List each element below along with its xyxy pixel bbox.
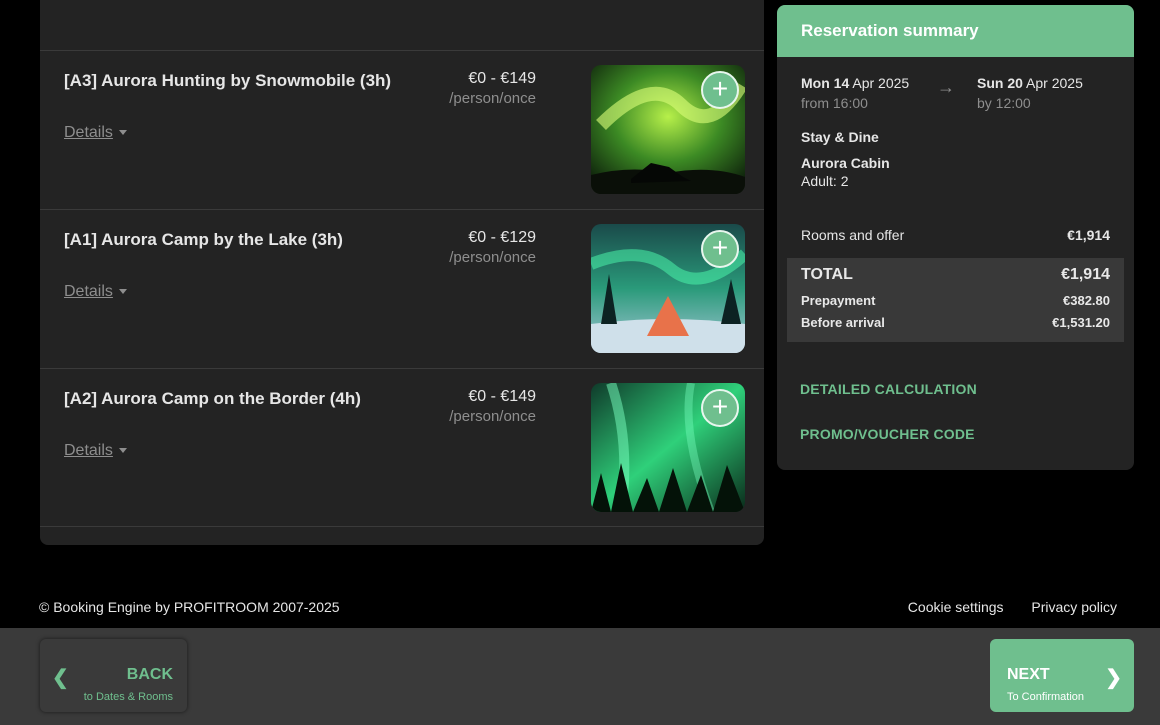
caret-down-icon [118, 448, 127, 454]
total-value: €1,914 [1061, 266, 1110, 283]
add-offer-button[interactable]: + [701, 389, 739, 427]
prepayment-row: Prepayment €382.80 [801, 293, 1110, 308]
offer-price: €0 - €149 /person/once [449, 388, 536, 425]
price-range: €0 - €149 [468, 70, 536, 87]
list-divider [40, 526, 764, 527]
cookie-settings-link[interactable]: Cookie settings [908, 599, 1004, 615]
offer-title: [A1] Aurora Camp by the Lake (3h) [64, 230, 343, 249]
chevron-left-icon: ❮ [52, 667, 69, 689]
reservation-summary: Reservation summary Mon 14 Apr 2025 from… [777, 5, 1134, 470]
details-toggle[interactable]: Details [64, 283, 127, 301]
price-range: €0 - €149 [468, 388, 536, 405]
chevron-right-icon: ❯ [1105, 667, 1122, 689]
details-toggle[interactable]: Details [64, 124, 127, 142]
offer-item: [A2] Aurora Camp on the Border (4h) €0 -… [40, 368, 764, 527]
footer-links: Cookie settings Privacy policy [884, 599, 1117, 615]
offer-title: [A3] Aurora Hunting by Snowmobile (3h) [64, 71, 392, 90]
back-sublabel: to Dates & Rooms [83, 691, 173, 703]
guests-count: Adult: 2 [801, 173, 849, 189]
checkout-date: Sun 20 Apr 2025 by 12:00 [977, 75, 1083, 111]
checkin-date: Mon 14 Apr 2025 from 16:00 [801, 75, 909, 111]
next-label-group: NEXT To Confirmation [1007, 667, 1084, 705]
detailed-calculation-link[interactable]: DETAILED CALCULATION [800, 381, 977, 397]
offer-item: [A3] Aurora Hunting by Snowmobile (3h) €… [40, 50, 764, 209]
arrow-right-icon: → [937, 77, 955, 97]
prepayment-label: Prepayment [801, 293, 876, 308]
plus-icon: + [711, 232, 729, 263]
total-row: TOTAL €1,914 [801, 266, 1110, 284]
back-button[interactable]: ❮ BACK to Dates & Rooms [40, 639, 187, 712]
caret-down-icon [118, 289, 127, 295]
back-label-group: BACK to Dates & Rooms [84, 667, 173, 705]
price-unit: /person/once [449, 90, 536, 107]
checkout-time: by 12:00 [977, 95, 1031, 111]
add-offer-button[interactable]: + [701, 71, 739, 109]
price-unit: /person/once [449, 408, 536, 425]
before-arrival-value: €1,531.20 [1052, 315, 1110, 330]
aurora-forest-photo: + [591, 383, 745, 512]
next-label: NEXT [1007, 666, 1050, 683]
checkin-day: Mon 14 [801, 75, 850, 91]
add-offer-button[interactable]: + [701, 230, 739, 268]
before-arrival-row: Before arrival €1,531.20 [801, 315, 1110, 330]
room-name: Aurora Cabin [801, 155, 890, 171]
checkout-month: Apr 2025 [1026, 75, 1083, 91]
privacy-policy-link[interactable]: Privacy policy [1031, 599, 1117, 615]
rooms-label: Rooms and offer [801, 227, 905, 243]
plus-icon: + [711, 73, 729, 104]
aurora-snowmobile-photo: + [591, 65, 745, 194]
copyright-text: © Booking Engine by PROFITROOM 2007-2025 [39, 599, 340, 615]
rooms-value: €1,914 [1067, 227, 1110, 243]
details-label: Details [64, 124, 113, 141]
details-label: Details [64, 283, 113, 300]
checkin-time: from 16:00 [801, 95, 868, 111]
checkin-month: Apr 2025 [852, 75, 910, 91]
total-label: TOTAL [801, 266, 853, 283]
promo-code-link[interactable]: PROMO/VOUCHER CODE [800, 426, 975, 442]
offer-item: [A1] Aurora Camp by the Lake (3h) €0 - €… [40, 209, 764, 368]
next-sublabel: To Confirmation [1007, 691, 1085, 703]
summary-title: Reservation summary [777, 5, 1134, 57]
next-button[interactable]: NEXT To Confirmation ❯ [990, 639, 1134, 712]
stay-dates: Mon 14 Apr 2025 from 16:00 → Sun 20 Apr … [777, 57, 1134, 117]
back-label: BACK [126, 666, 173, 683]
bottom-nav-bar: ❮ BACK to Dates & Rooms NEXT To Confirma… [0, 628, 1160, 725]
details-label: Details [64, 442, 113, 459]
offers-list: [A3] Aurora Hunting by Snowmobile (3h) €… [40, 0, 764, 545]
checkout-day: Sun 20 [977, 75, 1023, 91]
aurora-tipi-camp-photo: + [591, 224, 745, 353]
offer-title: [A2] Aurora Camp on the Border (4h) [64, 389, 361, 408]
offer-name: Stay & Dine [801, 129, 879, 145]
price-range: €0 - €129 [468, 229, 536, 246]
total-box: TOTAL €1,914 Prepayment €382.80 Before a… [787, 258, 1124, 342]
rooms-and-offer-row: Rooms and offer €1,914 [801, 227, 1110, 243]
offer-price: €0 - €129 /person/once [449, 229, 536, 266]
before-arrival-label: Before arrival [801, 315, 885, 330]
offer-price: €0 - €149 /person/once [449, 70, 536, 107]
details-toggle[interactable]: Details [64, 442, 127, 460]
prepayment-value: €382.80 [1063, 293, 1110, 308]
price-unit: /person/once [449, 249, 536, 266]
caret-down-icon [118, 130, 127, 136]
plus-icon: + [711, 391, 729, 422]
